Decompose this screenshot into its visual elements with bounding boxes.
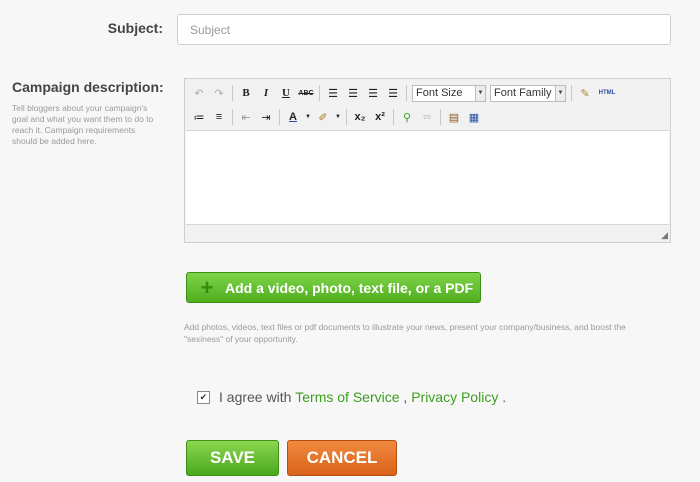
- agree-prefix: I agree with: [219, 389, 292, 405]
- cleanup-brush-icon[interactable]: ✎: [576, 84, 594, 102]
- paste-word-icon[interactable]: ▦: [465, 108, 483, 126]
- align-center-icon[interactable]: ☰: [344, 84, 362, 102]
- italic-button[interactable]: I: [257, 84, 275, 102]
- editor-toolbar-row-2: ≔ ≡ ⇤ ⇥ A ▼ ✐ ▼ x₂ x² ⚲ ∞ ▤ ▦: [189, 106, 484, 128]
- indent-icon[interactable]: ⇥: [257, 108, 275, 126]
- toolbar-separator: [232, 85, 233, 101]
- numbered-list-icon[interactable]: ≡: [210, 108, 228, 126]
- text-color-icon[interactable]: A: [284, 108, 302, 126]
- add-attachment-button[interactable]: + Add a video, photo, text file, or a PD…: [186, 272, 481, 303]
- toolbar-separator: [571, 85, 572, 101]
- subject-input[interactable]: [177, 14, 671, 45]
- editor-toolbar-row-1: ↶ ↷ B I U ABC ☰ ☰ ☰ ☰ Font Size ▼ Font F…: [189, 82, 619, 104]
- chevron-down-icon[interactable]: ▼: [304, 108, 312, 126]
- plus-icon: +: [200, 274, 214, 300]
- subscript-button[interactable]: x₂: [351, 108, 369, 126]
- chevron-down-icon: ▼: [555, 85, 565, 101]
- subject-label: Subject:: [107, 20, 163, 36]
- toolbar-separator: [279, 109, 280, 125]
- undo-icon[interactable]: ↶: [190, 84, 208, 102]
- agree-checkbox[interactable]: ✔: [197, 390, 210, 404]
- bullet-list-icon[interactable]: ≔: [190, 108, 208, 126]
- outdent-icon[interactable]: ⇤: [237, 108, 255, 126]
- superscript-button[interactable]: x²: [371, 108, 389, 126]
- rich-text-editor: ↶ ↷ B I U ABC ☰ ☰ ☰ ☰ Font Size ▼ Font F…: [184, 78, 671, 243]
- insert-link-icon[interactable]: ⚲: [398, 108, 416, 126]
- redo-icon[interactable]: ↷: [210, 84, 228, 102]
- agree-separator: ,: [403, 389, 408, 405]
- editor-text-area[interactable]: [186, 130, 669, 225]
- font-family-value: Font Family: [494, 87, 552, 99]
- terms-of-service-link[interactable]: Terms of Service: [295, 389, 399, 405]
- toolbar-separator: [393, 109, 394, 125]
- toolbar-separator: [232, 109, 233, 125]
- font-size-value: Font Size: [416, 87, 463, 99]
- paste-text-icon[interactable]: ▤: [445, 108, 463, 126]
- underline-button[interactable]: U: [277, 84, 295, 102]
- cancel-button[interactable]: CANCEL: [287, 440, 397, 476]
- campaign-description-hint: Tell bloggers about your campaign's goal…: [12, 103, 154, 146]
- privacy-policy-link[interactable]: Privacy Policy: [411, 389, 498, 405]
- font-family-select[interactable]: Font Family ▼: [490, 84, 566, 102]
- align-left-icon[interactable]: ☰: [324, 84, 342, 102]
- add-attachment-label: Add a video, photo, text file, or a PDF: [225, 279, 474, 296]
- unlink-icon[interactable]: ∞: [418, 108, 436, 126]
- chevron-down-icon[interactable]: ▼: [334, 108, 342, 126]
- toolbar-separator: [319, 85, 320, 101]
- toolbar-separator: [440, 109, 441, 125]
- agree-suffix: .: [502, 389, 507, 405]
- resize-handle-icon[interactable]: ◢: [658, 230, 668, 240]
- bold-button[interactable]: B: [237, 84, 255, 102]
- align-justify-icon[interactable]: ☰: [384, 84, 402, 102]
- toolbar-separator: [406, 85, 407, 101]
- font-size-select[interactable]: Font Size ▼: [412, 84, 486, 102]
- toolbar-separator: [346, 109, 347, 125]
- attachment-hint: Add photos, videos, text files or pdf do…: [184, 322, 626, 344]
- terms-agreement: ✔ I agree with Terms of Service , Privac…: [197, 389, 506, 405]
- save-button[interactable]: SAVE: [186, 440, 279, 476]
- strikethrough-button[interactable]: ABC: [297, 84, 315, 102]
- highlight-color-icon[interactable]: ✐: [314, 108, 332, 126]
- chevron-down-icon: ▼: [475, 85, 485, 101]
- html-source-button[interactable]: HTML: [596, 84, 618, 102]
- campaign-description-label: Campaign description:: [12, 79, 164, 95]
- align-right-icon[interactable]: ☰: [364, 84, 382, 102]
